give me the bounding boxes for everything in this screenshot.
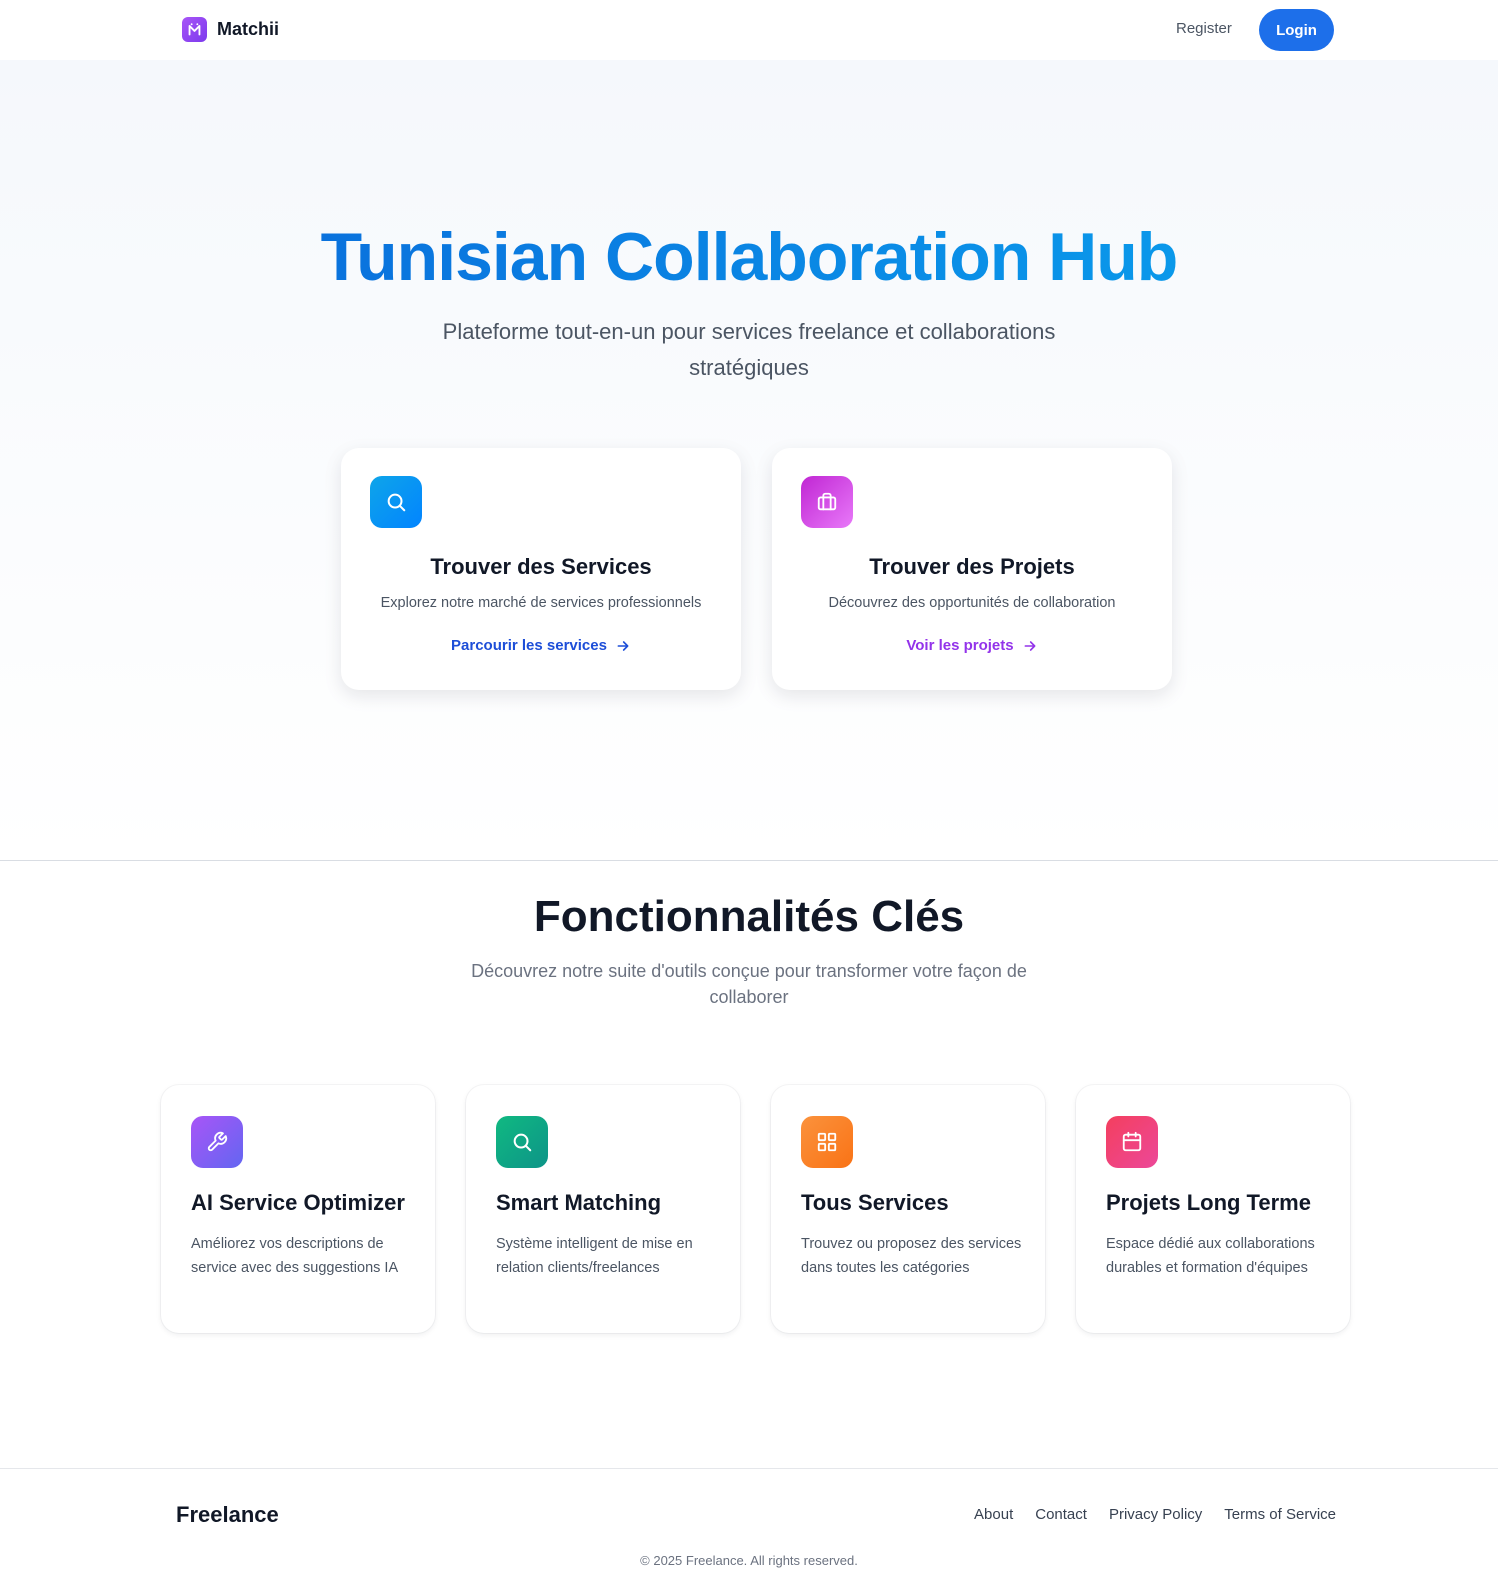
find-projects-card[interactable]: Trouver des Projets Découvrez des opport… xyxy=(772,448,1172,690)
footer-links: About Contact Privacy Policy Terms of Se… xyxy=(974,1506,1336,1523)
brand[interactable]: Matchii xyxy=(182,17,279,42)
login-button[interactable]: Login xyxy=(1259,9,1334,51)
features-title: Fonctionnalités Clés xyxy=(533,892,965,941)
footer-brand[interactable]: Freelance xyxy=(176,1502,279,1528)
feature-title: Tous Services xyxy=(801,1190,949,1215)
search-icon xyxy=(496,1116,548,1168)
link-label: Parcourir les services xyxy=(451,637,607,654)
brand-name: Matchii xyxy=(217,19,280,39)
briefcase-icon xyxy=(801,476,853,528)
footer-link-terms-of-service[interactable]: Terms of Service xyxy=(1224,1506,1336,1523)
feature-card-ai-optimizer[interactable]: AI Service Optimizer Améliorez vos descr… xyxy=(161,1085,435,1333)
feature-description: Trouvez ou proposez des services dans to… xyxy=(801,1236,1022,1276)
card-title: Trouver des Services xyxy=(430,554,652,579)
feature-title: Projets Long Terme xyxy=(1106,1190,1311,1215)
card-description: Explorez notre marché de services profes… xyxy=(380,595,702,611)
find-services-card[interactable]: Trouver des Services Explorez notre marc… xyxy=(341,448,741,690)
feature-description: Espace dédié aux collaborations durables… xyxy=(1106,1236,1315,1276)
grid-icon xyxy=(801,1116,853,1168)
arrow-right-icon xyxy=(1022,638,1038,654)
link-label: Voir les projets xyxy=(906,637,1014,654)
hero-title: Tunisian Collaboration Hub xyxy=(0,218,1498,296)
feature-card-all-services[interactable]: Tous Services Trouvez ou proposez des se… xyxy=(771,1085,1045,1333)
view-projects-link[interactable]: Voir les projets xyxy=(772,637,1172,654)
copyright-text: © 2025 Freelance. All rights reserved. xyxy=(640,1553,858,1568)
hero-subtitle: Plateforme tout-en-un pour services free… xyxy=(442,319,1056,380)
card-description: Découvrez des opportunités de collaborat… xyxy=(828,595,1116,611)
footer-link-privacy-policy[interactable]: Privacy Policy xyxy=(1109,1506,1202,1523)
footer-link-about[interactable]: About xyxy=(974,1506,1013,1523)
top-navbar: Matchii Register Login xyxy=(0,0,1498,60)
hero-section: Tunisian Collaboration Hub Plateforme to… xyxy=(0,60,1498,861)
arrow-right-icon xyxy=(615,638,631,654)
calendar-icon xyxy=(1106,1116,1158,1168)
feature-title: Smart Matching xyxy=(496,1190,662,1215)
footer-link-contact[interactable]: Contact xyxy=(1035,1506,1087,1523)
footer: Freelance About Contact Privacy Policy T… xyxy=(0,1468,1498,1584)
features-subtitle: Découvrez notre suite d'outils conçue po… xyxy=(471,961,1027,1007)
feature-card-smart-matching[interactable]: Smart Matching Système intelligent de mi… xyxy=(466,1085,740,1333)
feature-description: Système intelligent de mise en relation … xyxy=(496,1236,693,1276)
card-title: Trouver des Projets xyxy=(869,554,1075,579)
feature-title: AI Service Optimizer xyxy=(191,1190,405,1215)
wrench-icon xyxy=(191,1116,243,1168)
feature-card-long-term-projects[interactable]: Projets Long Terme Espace dédié aux coll… xyxy=(1076,1085,1350,1333)
matchii-logo-icon xyxy=(182,17,207,42)
browse-services-link[interactable]: Parcourir les services xyxy=(341,637,741,654)
register-link[interactable]: Register xyxy=(1176,20,1232,37)
feature-description: Améliorez vos descriptions de service av… xyxy=(191,1236,399,1276)
search-icon xyxy=(370,476,422,528)
